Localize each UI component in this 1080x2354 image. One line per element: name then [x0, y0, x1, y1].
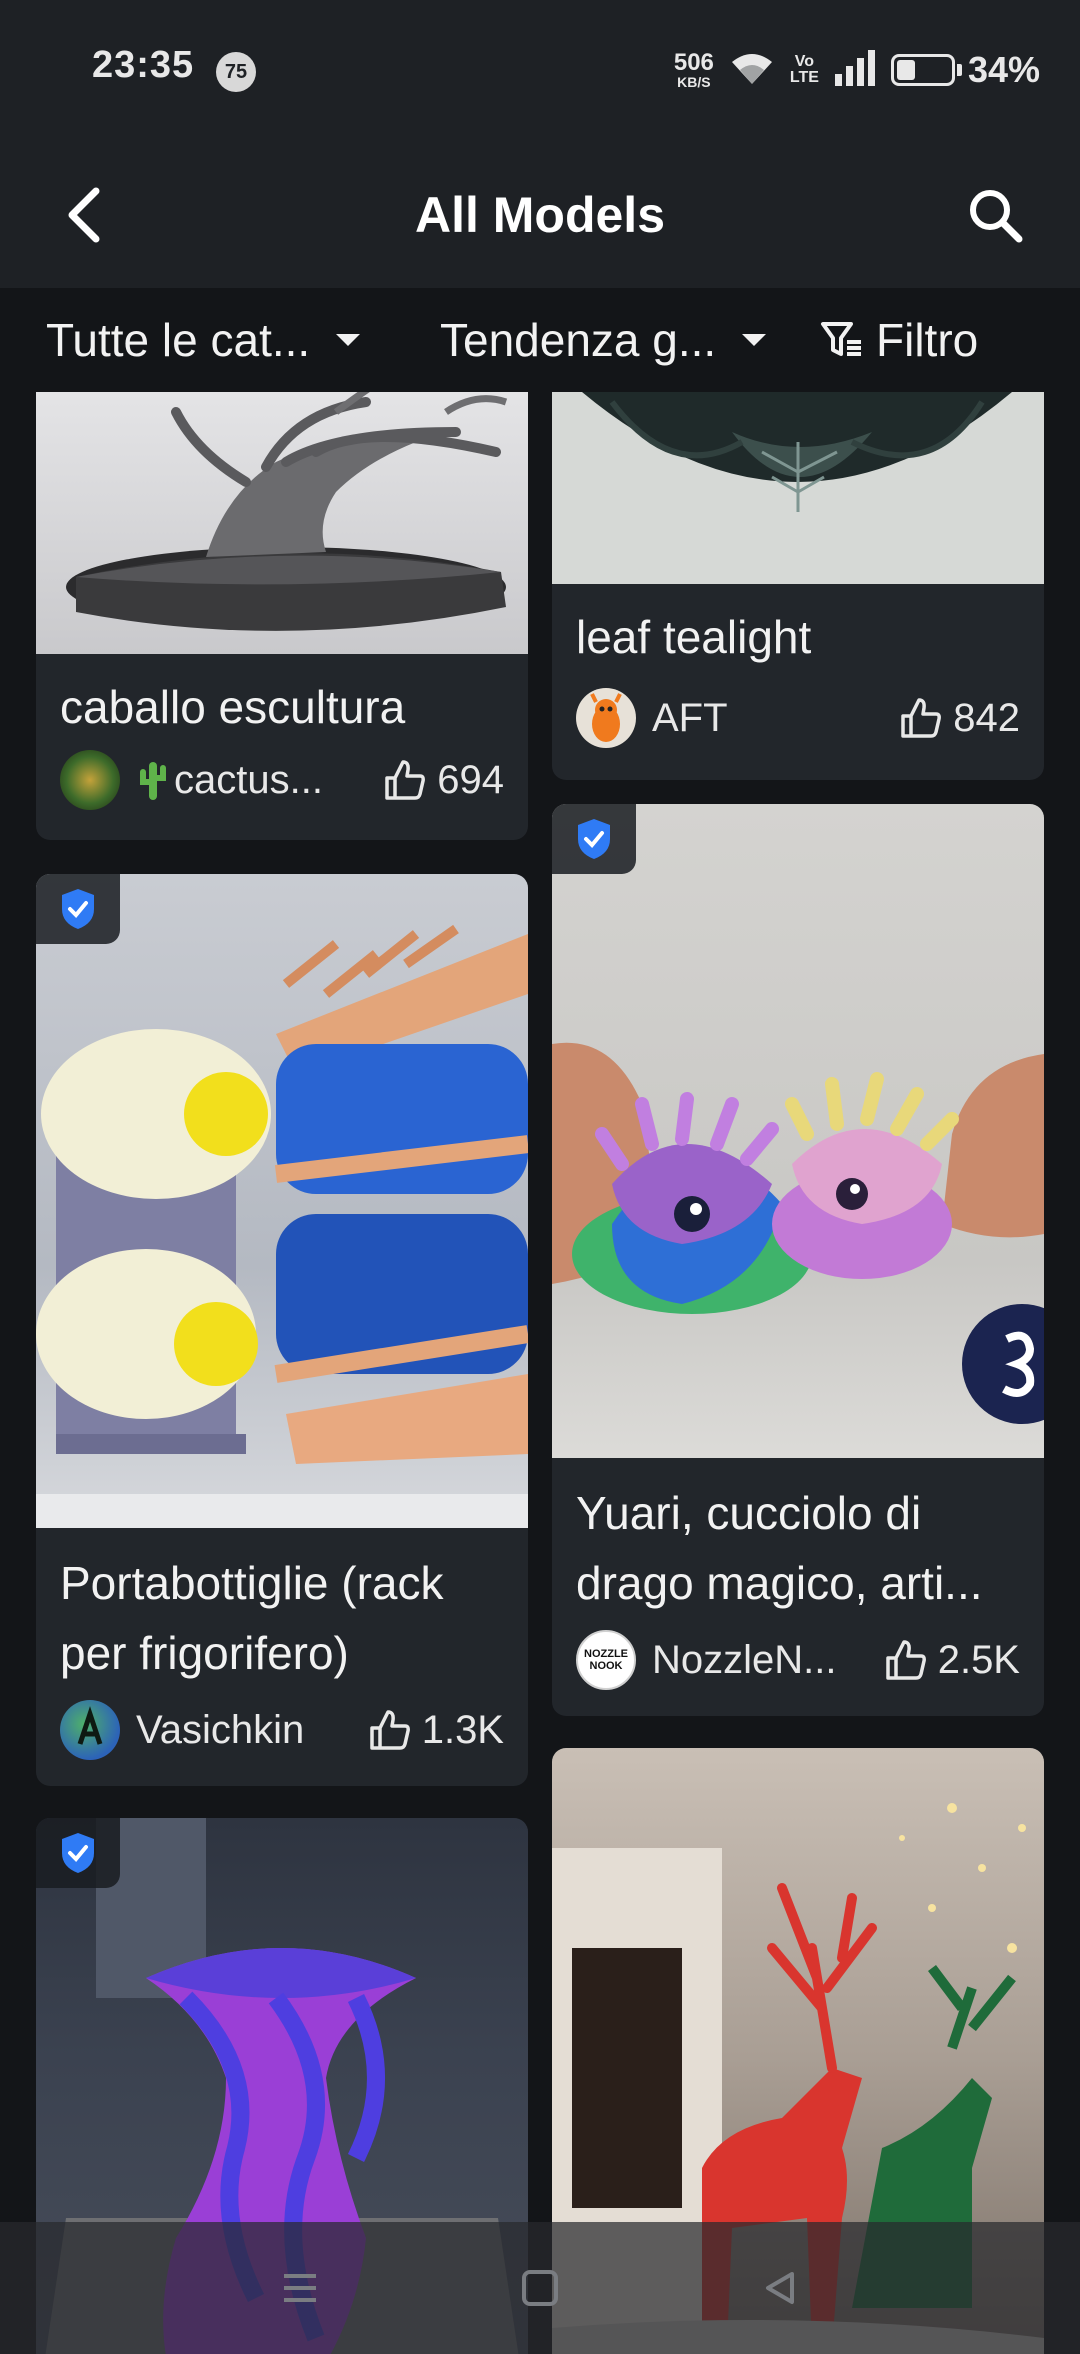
like-button[interactable]: 2.5K: [884, 1638, 1020, 1683]
chevron-down-icon: [742, 334, 767, 346]
thumbs-up-icon: [885, 1640, 926, 1680]
author-name[interactable]: cactus...: [174, 758, 383, 803]
wifi-icon: [728, 48, 776, 93]
cactus-icon: [138, 758, 168, 802]
category-dropdown[interactable]: Tutte le cat...: [46, 312, 361, 368]
sort-dropdown[interactable]: Tendenza g...: [440, 312, 767, 368]
verified-shield-icon: [578, 819, 610, 859]
filter-icon: [821, 322, 861, 356]
author-name[interactable]: Vasichkin: [136, 1708, 368, 1753]
status-bar: 23:35 75 506 KB/S Vo LTE 34%: [0, 0, 1080, 140]
recents-button[interactable]: [260, 2248, 340, 2328]
model-meta: AFT 842: [576, 688, 1020, 748]
thumbs-up-icon: [369, 1710, 410, 1750]
like-button[interactable]: 842: [899, 696, 1020, 741]
sort-dropdown-label: Tendenza g...: [440, 314, 717, 366]
like-count: 694: [437, 757, 504, 802]
volte-top: Vo: [794, 53, 815, 70]
model-card[interactable]: Yuari, cucciolo di drago magico, arti...…: [552, 804, 1044, 1716]
filter-button[interactable]: Filtro: [820, 312, 978, 368]
system-nav-bar: [0, 2222, 1080, 2354]
model-image: [552, 804, 1044, 1458]
model-title: Portabottiglie (rack per frigorifero): [60, 1557, 444, 1679]
model-image: [36, 392, 528, 654]
model-title: caballo escultura: [60, 681, 406, 733]
thumbs-up-icon: [385, 760, 426, 800]
avatar: [60, 1700, 120, 1760]
search-button[interactable]: [950, 170, 1040, 260]
filter-bar: Tutte le cat... Tendenza g... Filtro: [0, 288, 1080, 392]
author-name[interactable]: NozzleN...: [652, 1638, 884, 1683]
search-icon: [970, 190, 1023, 243]
avatar: NOZZLE NOOK: [576, 1630, 636, 1690]
volte-bottom: LTE: [789, 69, 819, 86]
home-square-icon: [522, 2270, 558, 2306]
status-time: 23:35: [92, 44, 195, 86]
verified-badge: [36, 1818, 120, 1888]
model-image: [36, 874, 528, 1528]
volte-indicator: Vo LTE: [790, 54, 819, 86]
model-card[interactable]: leaf tealight AFT 842: [552, 392, 1044, 780]
avatar: [576, 688, 636, 748]
like-count: 1.3K: [421, 1707, 504, 1752]
model-card[interactable]: caballo escultura cactus... 694: [36, 392, 528, 840]
status-icons: 506 KB/S Vo LTE 34%: [674, 46, 1040, 94]
category-dropdown-label: Tutte le cat...: [46, 314, 311, 366]
app-bar: All Models: [0, 140, 1080, 288]
network-speed-value: 506: [673, 49, 714, 76]
notification-count-badge: 75: [216, 52, 256, 92]
avatar: [60, 750, 120, 810]
model-grid: caballo escultura cactus... 694 leaf tea…: [0, 392, 1080, 2354]
network-speed-unit: KB/S: [677, 74, 711, 90]
verified-badge: [36, 874, 120, 944]
network-speed: 506 KB/S: [673, 49, 714, 90]
filter-button-label: Filtro: [876, 314, 979, 366]
battery-icon: [890, 54, 955, 86]
avatar-logo-text: NOZZLE NOOK: [584, 1648, 628, 1672]
nav-back-button[interactable]: [740, 2248, 820, 2328]
like-button[interactable]: 1.3K: [368, 1708, 504, 1753]
author-name[interactable]: AFT: [652, 696, 899, 741]
model-meta: Vasichkin 1.3K: [60, 1700, 504, 1760]
model-title: leaf tealight: [576, 611, 812, 663]
like-count: 2.5K: [937, 1637, 1020, 1682]
verified-shield-icon: [62, 889, 94, 929]
page-title: All Models: [414, 187, 666, 243]
battery-percent: 34%: [967, 49, 1040, 90]
thumbs-up-icon: [901, 698, 942, 738]
model-card[interactable]: Portabottiglie (rack per frigorifero) Va…: [36, 874, 528, 1786]
nav-back-icon: [766, 2272, 794, 2304]
model-meta: NOZZLE NOOK NozzleN... 2.5K: [576, 1630, 1020, 1690]
model-image: [552, 392, 1044, 584]
like-count: 842: [953, 695, 1020, 740]
battery-indicator: 34%: [890, 49, 1040, 91]
chevron-down-icon: [336, 334, 361, 346]
verified-shield-icon: [62, 1833, 94, 1873]
menu-icon: [284, 2274, 316, 2302]
signal-icon: [833, 48, 877, 93]
model-title: Yuari, cucciolo di drago magico, arti...: [576, 1487, 983, 1609]
model-meta: cactus... 694: [60, 750, 504, 810]
like-button[interactable]: 694: [383, 758, 504, 803]
home-button[interactable]: [500, 2248, 580, 2328]
verified-badge: [552, 804, 636, 874]
